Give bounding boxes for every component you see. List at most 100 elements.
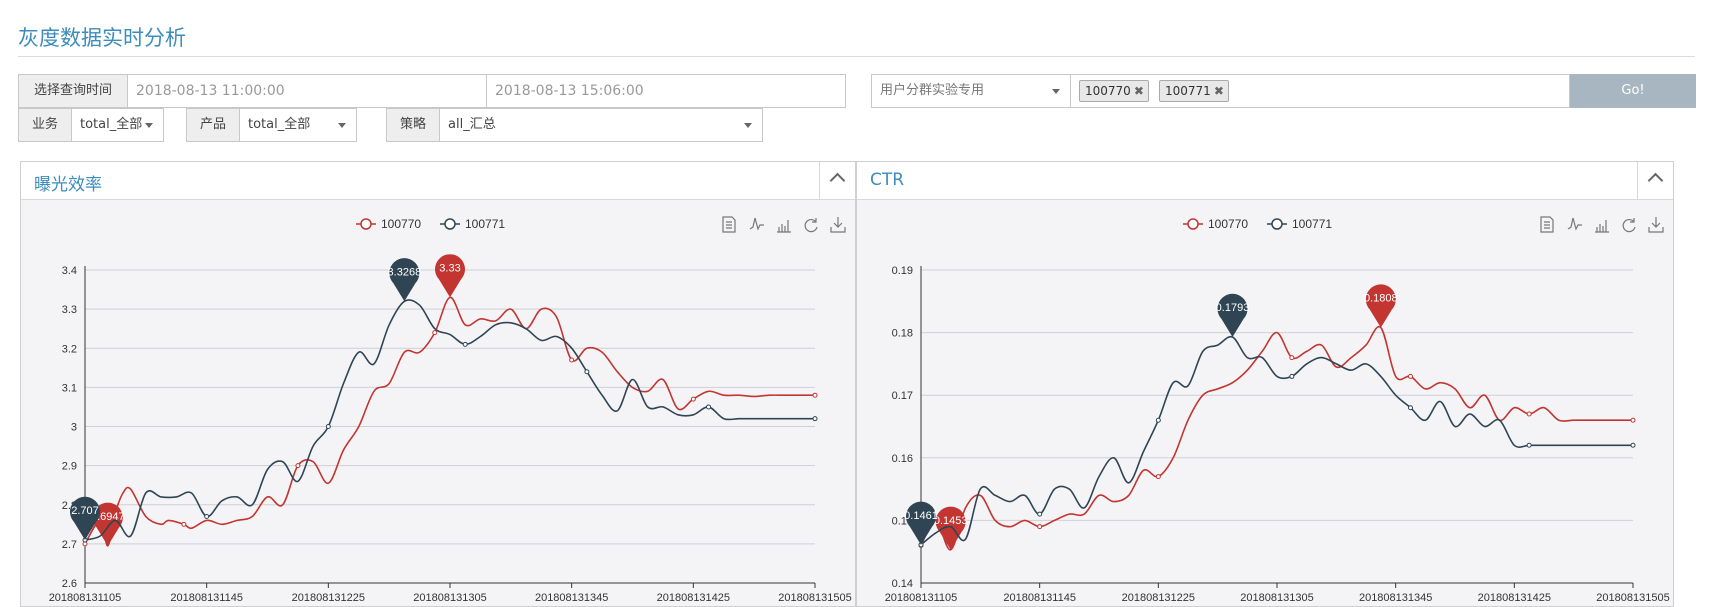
data-point [1526, 442, 1532, 448]
y-tick-label: 3.2 [62, 343, 77, 355]
data-point [204, 513, 210, 519]
strategy-select-value: all_汇总 [448, 117, 496, 132]
marker-label: 2.707 [71, 505, 99, 517]
x-tick-label: 201808131425 [1478, 592, 1551, 604]
y-tick-label: 3.1 [62, 382, 77, 394]
download-icon [1648, 217, 1664, 233]
group-tags-input[interactable]: 100770 ✖ 100771 ✖ [1070, 74, 1570, 108]
download-icon [830, 217, 846, 233]
go-button[interactable]: Go! [1570, 74, 1696, 108]
close-icon[interactable]: ✖ [1214, 84, 1224, 98]
x-tick-label: 201808131105 [49, 592, 122, 604]
x-tick-label: 201808131225 [1122, 592, 1195, 604]
data-point [584, 369, 590, 375]
data-view-icon [1540, 216, 1554, 233]
chevron-down-icon [744, 123, 752, 128]
data-point [432, 330, 438, 336]
data-point [1155, 417, 1161, 423]
data-point [181, 521, 187, 527]
chevron-up-icon [829, 172, 846, 189]
y-tick-label: 3 [71, 422, 77, 434]
strategy-select[interactable]: all_汇总 [439, 108, 763, 142]
max-marker: 0.1793 [1216, 293, 1249, 337]
product-select-value: total_全部 [248, 117, 311, 132]
exposure-panel: 曝光效率 100770 100771 2.6 2.7 2.8 2.9 3 3.1 3.2 3.3 3… [20, 161, 856, 607]
marker-label: 0.1808 [1364, 293, 1398, 305]
chevron-down-icon [1052, 89, 1060, 94]
y-tick-label: 2.9 [62, 461, 77, 473]
legend-marker [1187, 218, 1199, 230]
series-line [84, 299, 815, 541]
min-marker: 2.707 [70, 496, 101, 540]
x-tick-label: 201808131105 [885, 592, 958, 604]
marker-label: 0.1453 [934, 515, 968, 527]
data-point [1408, 373, 1413, 379]
legend-marker [360, 218, 372, 230]
close-icon[interactable]: ✖ [1134, 84, 1144, 98]
data-point [1289, 355, 1295, 361]
refresh-icon [1622, 218, 1636, 233]
data-point [1289, 373, 1295, 379]
x-tick-label: 201808131505 [1596, 592, 1669, 604]
data-point [690, 396, 696, 402]
collapse-button[interactable] [1637, 162, 1673, 199]
chevron-down-icon [338, 123, 346, 128]
y-tick-label: 3.3 [62, 304, 77, 316]
legend-marker [1271, 218, 1283, 230]
legend-marker [444, 218, 456, 230]
x-tick-label: 201808131305 [1240, 592, 1313, 604]
collapse-button[interactable] [819, 162, 855, 199]
data-point [1155, 474, 1161, 480]
panel-header: CTR [857, 162, 1673, 200]
ctr-panel: CTR 100770 100771 0.14 0.15 0.16 0.17 0.18 0.19… [856, 161, 1674, 607]
product-label: 产品 [186, 108, 240, 142]
start-time-input[interactable]: 2018-08-13 11:00:00 [127, 74, 487, 108]
legend-label: 100770 [381, 217, 421, 231]
legend-label: 100770 [1208, 217, 1248, 231]
group-select[interactable]: 用户分群实验专用 [871, 74, 1071, 108]
group-tag[interactable]: 100770 ✖ [1079, 80, 1149, 102]
x-tick-label: 201808131505 [778, 592, 851, 604]
data-point [706, 404, 712, 410]
data-point [812, 392, 818, 398]
x-tick-label: 201808131145 [170, 592, 243, 604]
data-point [1408, 405, 1413, 411]
max-marker: 3.3268 [388, 258, 422, 302]
min-marker: 0.1461 [904, 501, 938, 545]
group-tag[interactable]: 100771 ✖ [1159, 80, 1229, 102]
business-select[interactable]: total_全部 [71, 108, 164, 142]
x-tick-label: 201808131145 [1003, 592, 1076, 604]
business-label: 业务 [18, 108, 72, 142]
data-point [82, 541, 88, 547]
strategy-label: 策略 [386, 108, 440, 142]
end-time-input[interactable]: 2018-08-13 15:06:00 [486, 74, 846, 108]
y-tick-label: 0.17 [892, 390, 913, 402]
y-tick-label: 3.4 [62, 265, 77, 277]
title-divider [18, 56, 1695, 57]
data-point [1526, 411, 1532, 417]
x-tick-label: 201808131305 [413, 592, 486, 604]
bar-chart-icon [1595, 220, 1609, 233]
panel-title: 曝光效率 [34, 175, 102, 195]
data-point [1037, 524, 1043, 530]
legend-label: 100771 [1292, 217, 1332, 231]
series-line [920, 325, 1633, 551]
data-point [325, 424, 331, 429]
y-tick-label: 2.7 [62, 539, 77, 551]
marker-label: 3.3268 [388, 266, 422, 278]
data-point [812, 416, 818, 422]
max-marker: 0.1808 [1364, 284, 1398, 328]
y-tick-label: 0.14 [892, 578, 913, 590]
x-tick-label: 201808131345 [1359, 592, 1432, 604]
bar-chart-icon [777, 220, 791, 233]
group-select-value: 用户分群实验专用 [880, 83, 985, 98]
time-label: 选择查询时间 [18, 74, 128, 108]
exposure-chart: 100770 1007712.62.72.82.933.13.23.33.4201… [49, 216, 852, 604]
x-tick-label: 201808131345 [535, 592, 608, 604]
product-select[interactable]: total_全部 [239, 108, 357, 142]
group-tag-label: 100770 [1085, 84, 1131, 98]
refresh-icon [804, 218, 818, 233]
series-line [920, 335, 1633, 546]
max-marker: 3.33 [435, 254, 466, 298]
data-point [1630, 442, 1636, 448]
